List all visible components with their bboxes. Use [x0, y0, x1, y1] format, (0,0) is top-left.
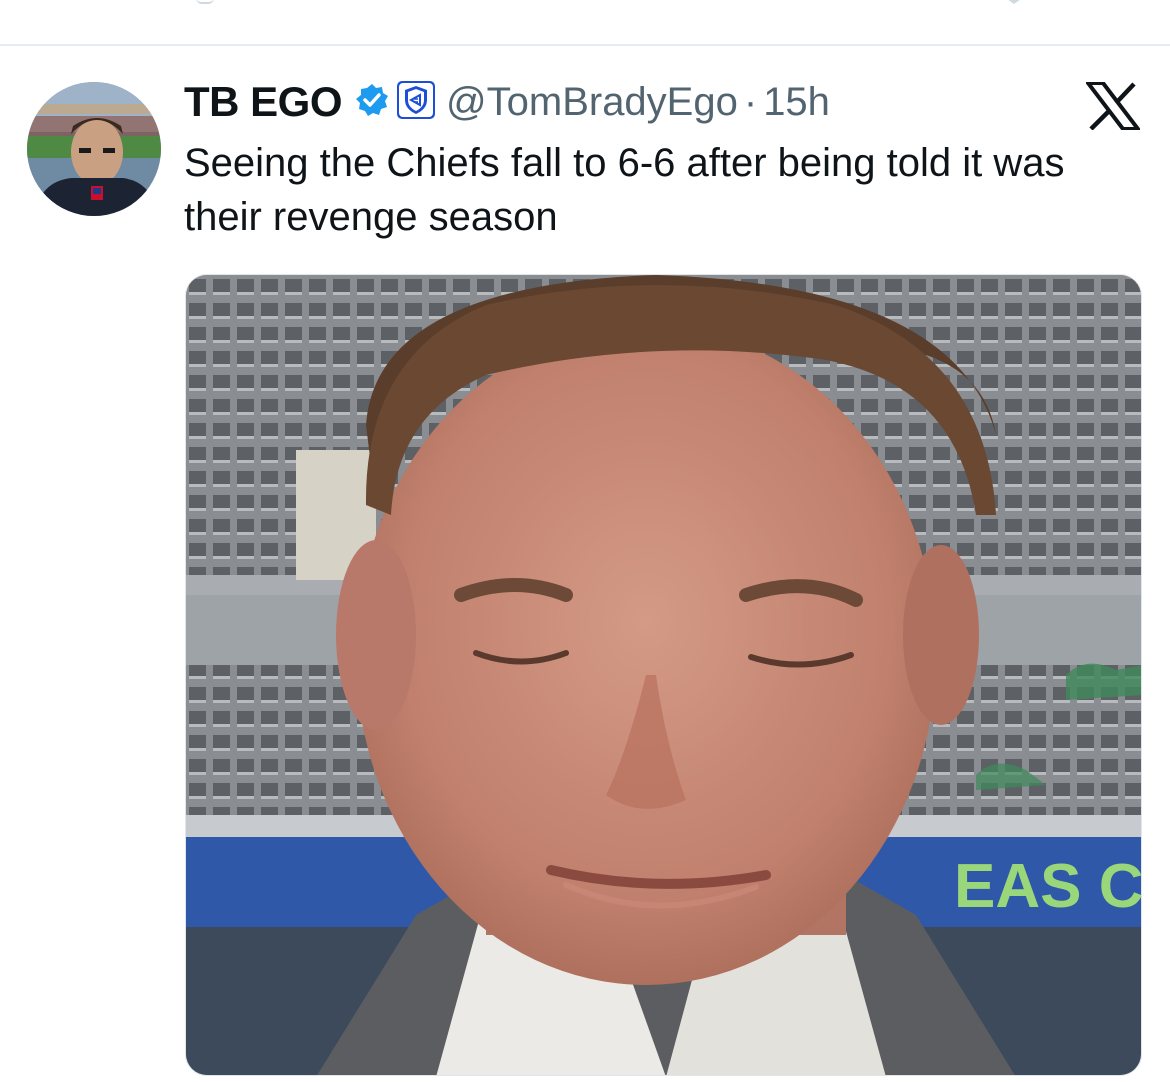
- tweet-header: TB EGO @TomBradyEgo · 15h: [184, 76, 830, 128]
- verified-check-icon: [354, 82, 390, 123]
- x-logo-icon[interactable]: [1083, 81, 1143, 131]
- timestamp[interactable]: 15h: [763, 80, 830, 125]
- affiliate-shield-icon[interactable]: [396, 80, 436, 125]
- separator-dot: ·: [743, 79, 758, 124]
- display-name[interactable]: TB EGO: [184, 78, 343, 126]
- reply-icon-edge[interactable]: [196, 0, 214, 4]
- user-handle[interactable]: @TomBradyEgo: [446, 80, 738, 125]
- stadium-sign-text: EAS C: [954, 852, 1142, 921]
- tweet-divider: [0, 44, 1170, 46]
- tweet-media-image[interactable]: EAS C: [185, 274, 1142, 1076]
- previous-tweet-edge: [0, 0, 1170, 44]
- avatar[interactable]: [27, 82, 161, 216]
- tweet-text: Seeing the Chiefs fall to 6-6 after bein…: [184, 141, 1065, 239]
- bookmark-icon-edge[interactable]: [1000, 0, 1028, 4]
